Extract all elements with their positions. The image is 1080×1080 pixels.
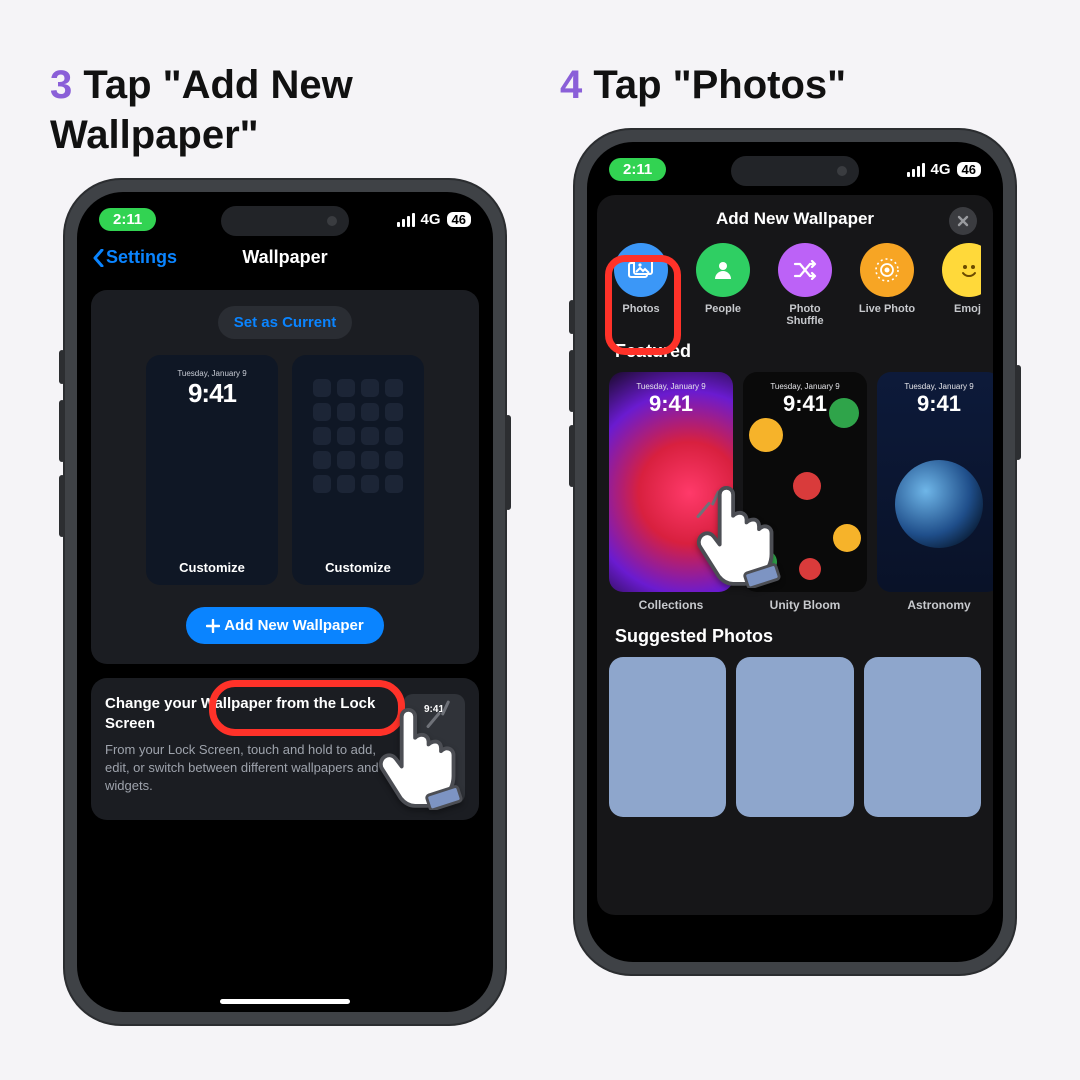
battery-indicator: 46 — [957, 162, 981, 177]
step3-number: 3 — [50, 63, 72, 107]
home-indicator — [220, 999, 350, 1004]
category-emoji[interactable]: Emoji — [937, 243, 981, 327]
close-button[interactable] — [949, 207, 977, 235]
tap-spark — [430, 700, 470, 740]
status-time: 2:11 — [609, 158, 666, 181]
live-photo-icon — [860, 243, 914, 297]
signal-icon — [907, 163, 925, 177]
phone-step4: 2:11 4G 46 Add New Wallpaper — [575, 130, 1015, 974]
featured-astronomy[interactable]: Tuesday, January 99:41 Astronomy — [877, 372, 993, 612]
suggested-photo[interactable] — [609, 657, 726, 817]
step4-number: 4 — [560, 63, 582, 107]
homescreen-preview[interactable]: Customize — [292, 355, 424, 585]
info-title: Change your Wallpaper from the Lock Scre… — [105, 694, 391, 735]
lockscreen-preview[interactable]: Tuesday, January 9 9:41 Customize — [146, 355, 278, 585]
step3-title: 3 Tap "Add New Wallpaper" — [50, 60, 520, 160]
status-time: 2:11 — [99, 208, 156, 231]
set-as-current-button[interactable]: Set as Current — [218, 306, 353, 339]
suggested-photo[interactable] — [864, 657, 981, 817]
add-wallpaper-panel: Add New Wallpaper Photos — [597, 195, 993, 915]
info-body: From your Lock Screen, touch and hold to… — [105, 741, 391, 796]
battery-indicator: 46 — [447, 212, 471, 227]
category-photo-shuffle[interactable]: Photo Shuffle — [773, 243, 837, 327]
featured-heading: Featured — [615, 341, 981, 362]
category-row: Photos People Photo Shuffl — [609, 243, 981, 327]
category-photos[interactable]: Photos — [609, 243, 673, 327]
emoji-icon — [942, 243, 981, 297]
add-new-wallpaper-button[interactable]: Add New Wallpaper — [186, 607, 383, 644]
panel-title: Add New Wallpaper — [716, 209, 874, 229]
signal-icon — [397, 213, 415, 227]
network-label: 4G — [421, 211, 441, 228]
back-button[interactable]: Settings — [93, 247, 177, 268]
close-icon — [957, 215, 969, 227]
photos-icon — [614, 243, 668, 297]
dynamic-island — [731, 156, 859, 186]
network-label: 4G — [931, 161, 951, 178]
suggested-heading: Suggested Photos — [615, 626, 981, 647]
step4-title: 4 Tap "Photos" — [560, 60, 1030, 110]
category-live-photo[interactable]: Live Photo — [855, 243, 919, 327]
category-people[interactable]: People — [691, 243, 755, 327]
chevron-left-icon — [93, 249, 104, 267]
suggested-photo[interactable] — [736, 657, 853, 817]
phone-step3: 2:11 4G 46 Settings Wallpaper Set as — [65, 180, 505, 1024]
page-title: Wallpaper — [242, 247, 327, 268]
shuffle-icon — [778, 243, 832, 297]
wallpaper-card: Set as Current Tuesday, January 9 9:41 C… — [91, 290, 479, 664]
plus-icon — [206, 619, 220, 633]
tap-spark — [700, 490, 740, 530]
dynamic-island — [221, 206, 349, 236]
featured-unity-bloom[interactable]: Tuesday, January 99:41 Unity Bloom — [743, 372, 867, 612]
info-card: Change your Wallpaper from the Lock Scre… — [91, 678, 479, 820]
people-icon — [696, 243, 750, 297]
nav-bar: Settings Wallpaper — [77, 237, 493, 282]
